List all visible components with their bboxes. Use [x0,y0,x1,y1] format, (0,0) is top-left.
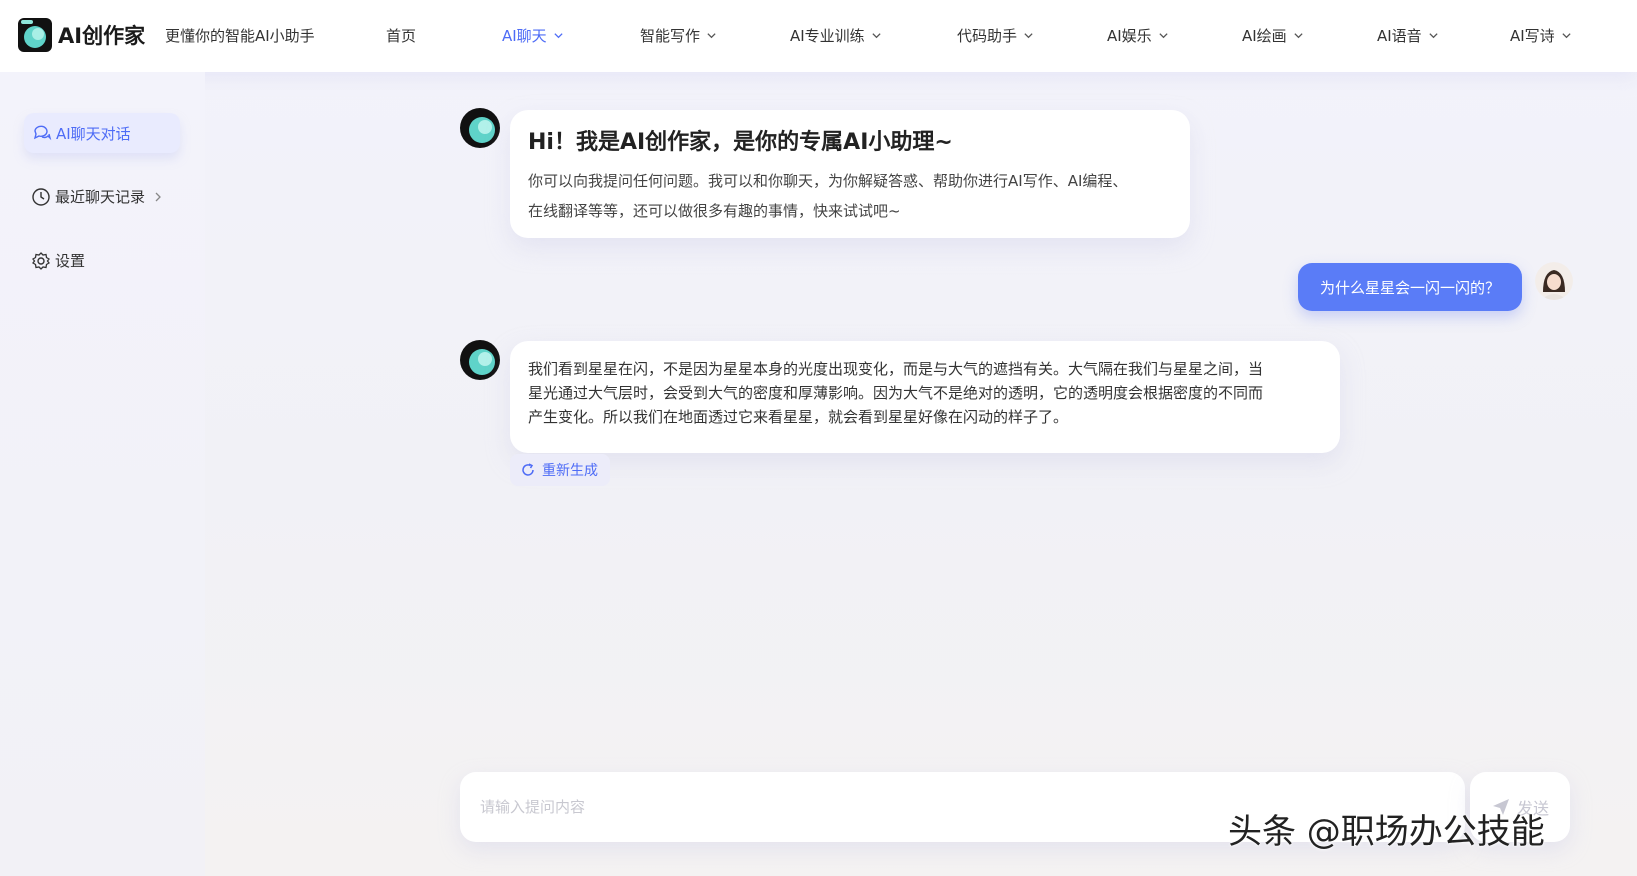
chevron-down-icon [1024,33,1033,39]
greeting-text-line: 在线翻译等等，还可以做很多有趣的事情，快来试试吧~ [528,202,901,220]
sidebar-item-recent-history[interactable]: 最近聊天记录 [31,186,163,207]
nav-label: AI聊天 [502,27,547,45]
regenerate-label: 重新生成 [542,463,598,479]
bot-answer-message: 我们看到星星在闪，不是因为星星本身的光度出现变化，而是与大气的遮挡有关。大气隔在… [510,341,1340,453]
nav-label: 智能写作 [640,27,701,45]
sidebar-item-ai-chat[interactable]: AI聊天对话 [24,113,180,153]
nav-ai-entertainment[interactable]: AI娱乐 [1107,25,1169,46]
chevron-down-icon [872,33,881,39]
greeting-text-line: 你可以向我提问任何问题。我可以和你聊天，为你解疑答惑、帮助你进行AI写作、AI编… [528,172,1128,190]
brand-slogan: 更懂你的智能AI小助手 [165,27,315,45]
user-message-text: 为什么星星会一闪一闪的？ [1319,278,1500,297]
nav-ai-chat[interactable]: AI聊天 [502,25,564,46]
user-message: 为什么星星会一闪一闪的？ [1298,263,1522,311]
nav-label: AI专业训练 [790,27,865,45]
sidebar-item-settings[interactable]: 设置 [31,250,85,271]
answer-text-line: 我们看到星星在闪，不是因为星星本身的光度出现变化，而是与大气的遮挡有关。大气隔在… [528,360,1264,378]
chevron-down-icon [1294,33,1303,39]
sidebar-item-label: 设置 [55,252,86,270]
nav-label: AI写诗 [1510,27,1555,45]
nav-label: 首页 [386,27,417,45]
gear-icon [32,251,50,270]
bot-avatar-icon [460,108,500,148]
user-avatar [1535,262,1573,300]
regenerate-button[interactable]: 重新生成 [510,454,610,486]
refresh-icon [522,463,534,476]
nav-ai-poetry[interactable]: AI写诗 [1510,25,1572,46]
nav-home[interactable]: 首页 [386,25,416,46]
top-header: AI创作家 更懂你的智能AI小助手 首页 AI聊天 智能写作 AI专业训练 代码… [0,0,1637,72]
clock-icon [32,187,50,206]
nav-smart-writing[interactable]: 智能写作 [640,25,717,46]
sidebar-item-label: AI聊天对话 [56,124,131,143]
nav-label: AI绘画 [1242,27,1287,45]
bot-avatar-icon [460,340,500,380]
chevron-down-icon [1429,33,1438,39]
greeting-message: Hi！我是AI创作家，是你的专属AI小助理~ 你可以向我提问任何问题。我可以和你… [510,110,1190,238]
nav-ai-voice[interactable]: AI语音 [1377,25,1439,46]
app-logo-icon[interactable] [18,18,52,52]
nav-code-assistant[interactable]: 代码助手 [957,25,1034,46]
chat-bubbles-icon [33,125,52,141]
nav-label: AI语音 [1377,27,1422,45]
nav-ai-painting[interactable]: AI绘画 [1242,25,1304,46]
chevron-down-icon [554,33,563,39]
greeting-title: Hi！我是AI创作家，是你的专属AI小助理~ [528,130,953,155]
answer-text-line: 星光通过大气层时，会受到大气的密度和厚薄影响。因为大气不是绝对的透明，它的透明度… [528,384,1264,402]
nav-label: AI娱乐 [1107,27,1152,45]
chevron-down-icon [707,33,716,39]
chevron-right-icon [155,192,161,201]
brand-name[interactable]: AI创作家 [58,20,145,50]
sidebar-item-label: 最近聊天记录 [55,188,146,206]
nav-ai-training[interactable]: AI专业训练 [790,25,882,46]
watermark-text: 头条 @职场办公技能 [1228,812,1545,852]
chevron-down-icon [1562,33,1571,39]
chevron-down-icon [1159,33,1168,39]
nav-label: 代码助手 [957,27,1018,45]
answer-text-line: 产生变化。所以我们在地面透过它来看星星，就会看到星星好像在闪动的样子了。 [528,408,1069,426]
